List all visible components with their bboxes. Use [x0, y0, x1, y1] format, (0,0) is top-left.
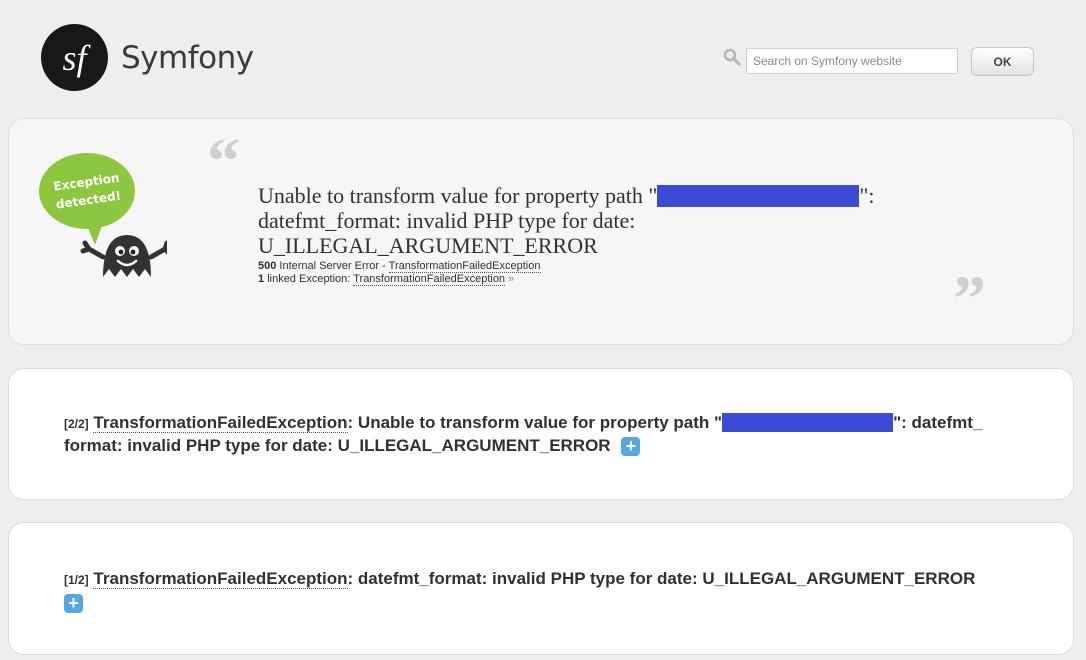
trace-counter: [2/2] [64, 417, 89, 431]
trace-block-1: [1/2] TransformationFailedException: dat… [8, 522, 1074, 655]
search-ok-button[interactable]: OK [971, 47, 1034, 76]
brand-name: Symfony [121, 39, 254, 76]
redacted-property-path [722, 412, 894, 432]
trace-title: [2/2] TransformationFailedException: Una… [64, 412, 983, 457]
symfony-sf-icon: sf [41, 24, 108, 91]
linked-exception-link[interactable]: TransformationFailedException [353, 273, 506, 286]
redacted-property-path [657, 184, 860, 207]
exception-meta: 500 Internal Server Error - Transformati… [258, 260, 541, 286]
exception-message: Unable to transform value for property p… [258, 183, 875, 258]
expand-toggle-icon[interactable]: + [621, 437, 641, 457]
open-quote-mark: “ [207, 125, 240, 198]
trace-counter: [1/2] [64, 573, 89, 587]
linked-count: 1 [258, 273, 265, 285]
svg-text:sf: sf [62, 38, 91, 78]
trace-exception-class[interactable]: TransformationFailedException [93, 413, 348, 433]
raquo-icon: » [508, 273, 515, 285]
close-quote-mark: ” [953, 263, 986, 336]
search-icon [723, 48, 741, 66]
symfony-logo[interactable]: sf Symfony [41, 24, 254, 91]
header: sf Symfony OK [0, 0, 1086, 110]
trace-title: [1/2] TransformationFailedException: dat… [64, 569, 976, 614]
trace-exception-class[interactable]: TransformationFailedException [93, 569, 348, 589]
exception-summary-panel: Exception detected! “ Unable to transfor… [8, 118, 1074, 345]
search-input[interactable] [746, 48, 958, 74]
expand-toggle-icon[interactable]: + [64, 594, 83, 614]
status-code: 500 [258, 260, 277, 272]
exception-detected-mascot: Exception detected! [39, 153, 167, 277]
trace-block-2: [2/2] TransformationFailedException: Una… [8, 368, 1074, 500]
exception-class-link[interactable]: TransformationFailedException [388, 260, 541, 273]
